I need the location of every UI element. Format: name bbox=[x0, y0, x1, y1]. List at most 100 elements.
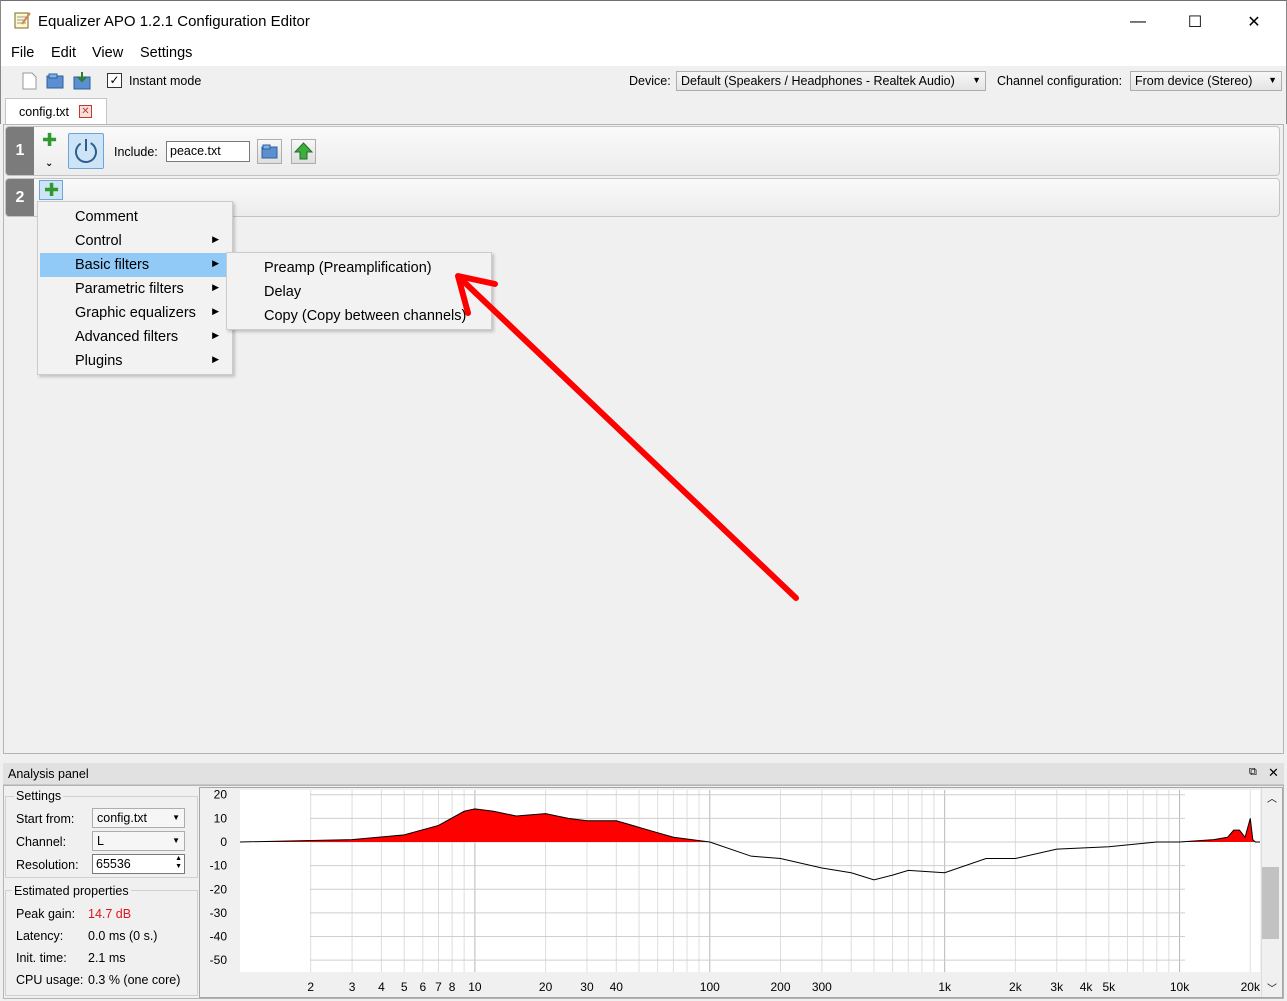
menu-settings[interactable]: Settings bbox=[140, 45, 192, 61]
x-tick-label: 2 bbox=[307, 980, 314, 994]
open-folder-icon bbox=[261, 144, 278, 159]
menu-item-parametric-filters[interactable]: Parametric filters ▶ bbox=[40, 277, 230, 301]
channel-value: L bbox=[97, 834, 104, 848]
tab-label: config.txt bbox=[19, 105, 70, 119]
device-select[interactable]: Default (Speakers / Headphones - Realtek… bbox=[676, 71, 986, 91]
x-tick-label: 10k bbox=[1170, 980, 1190, 994]
channel-config-select[interactable]: From device (Stereo) ▼ bbox=[1130, 71, 1282, 91]
menu-item-label: Graphic equalizers bbox=[75, 305, 196, 321]
menu-item-graphic-equalizers[interactable]: Graphic equalizers ▶ bbox=[40, 301, 230, 325]
chevron-down-icon: ▼ bbox=[1268, 75, 1277, 85]
minimize-button[interactable]: — bbox=[1109, 1, 1167, 43]
add-filter-icon: ✚ bbox=[44, 180, 60, 200]
x-tick-label: 1k bbox=[938, 980, 952, 994]
menu-item-label: Advanced filters bbox=[75, 329, 179, 345]
scroll-up-icon[interactable]: ︿ bbox=[1267, 790, 1277, 805]
menu-item-label: Control bbox=[75, 233, 122, 249]
settings-group-title: Settings bbox=[14, 789, 64, 803]
scrollbar-thumb[interactable] bbox=[1262, 867, 1279, 939]
x-tick-label: 7 bbox=[435, 980, 442, 994]
x-tick-label: 6 bbox=[419, 980, 426, 994]
peak-gain-label: Peak gain: bbox=[16, 907, 76, 921]
menu-item-basic-filters[interactable]: Basic filters ▶ bbox=[40, 253, 230, 277]
device-select-value: Default (Speakers / Headphones - Realtek… bbox=[681, 74, 955, 88]
row-number: 2 bbox=[6, 179, 34, 216]
menu-item-plugins[interactable]: Plugins ▶ bbox=[40, 349, 230, 373]
arrow-up-icon bbox=[293, 142, 314, 160]
menu-view[interactable]: View bbox=[92, 45, 123, 61]
undock-icon[interactable]: ⧉ bbox=[1249, 766, 1257, 779]
estimated-group-title: Estimated properties bbox=[12, 884, 131, 898]
channel-select[interactable]: L ▼ bbox=[92, 831, 185, 851]
menu-file[interactable]: File bbox=[11, 45, 34, 61]
chevron-down-icon: ▼ bbox=[172, 813, 180, 822]
close-tab-icon[interactable]: ✕ bbox=[79, 105, 92, 118]
menu-item-label: Plugins bbox=[75, 353, 123, 369]
new-file-icon[interactable] bbox=[19, 71, 39, 91]
scroll-down-icon[interactable]: ﹀ bbox=[1267, 980, 1277, 995]
resolution-spinbox[interactable]: 65536 ▲ ▼ bbox=[92, 854, 185, 874]
maximize-button[interactable]: ☐ bbox=[1166, 1, 1224, 43]
x-tick-label: 30 bbox=[580, 980, 594, 994]
tab-config[interactable]: config.txt ✕ bbox=[5, 98, 107, 125]
x-tick-label: 5k bbox=[1103, 980, 1117, 994]
channel-label: Channel: bbox=[16, 835, 67, 849]
frequency-response-chart: 20100-10-20-30-40-50 2 3 4 5 6 7 8 10 20 30 40 100 2… bbox=[210, 788, 1260, 994]
x-tick-label: 40 bbox=[610, 980, 624, 994]
x-tick-label: 20k bbox=[1241, 980, 1260, 994]
browse-include-button[interactable] bbox=[257, 139, 282, 164]
start-from-select[interactable]: config.txt ▼ bbox=[92, 808, 185, 828]
x-tick-label: 8 bbox=[449, 980, 456, 994]
instant-mode-checkbox[interactable]: ✓ bbox=[107, 73, 122, 88]
y-tick-label: 20 bbox=[214, 788, 228, 802]
peak-gain-value: 14.7 dB bbox=[88, 907, 132, 921]
start-from-label: Start from: bbox=[16, 812, 75, 826]
notepad-icon bbox=[14, 12, 31, 29]
x-tick-label: 2k bbox=[1009, 980, 1023, 994]
x-tick-label: 300 bbox=[812, 980, 832, 994]
menu-item-control[interactable]: Control ▶ bbox=[40, 229, 230, 253]
init-time-value: 2.1 ms bbox=[88, 951, 126, 965]
x-tick-label: 4k bbox=[1080, 980, 1094, 994]
y-tick-label: -40 bbox=[210, 930, 228, 944]
save-icon[interactable] bbox=[72, 71, 92, 91]
menu-edit[interactable]: Edit bbox=[51, 45, 76, 61]
include-file-input[interactable]: peace.txt bbox=[166, 141, 250, 162]
spin-arrows-icon[interactable]: ▲ ▼ bbox=[175, 855, 182, 871]
open-include-button[interactable] bbox=[291, 139, 316, 164]
latency-value: 0.0 ms (0 s.) bbox=[88, 929, 158, 943]
close-button[interactable]: ✕ bbox=[1225, 1, 1283, 43]
menu-item-label: Basic filters bbox=[75, 257, 150, 273]
submenu-arrow-icon: ▶ bbox=[212, 330, 219, 340]
submenu-arrow-icon: ▶ bbox=[212, 234, 219, 244]
analysis-panel-title: Analysis panel bbox=[8, 767, 89, 781]
add-filter-icon[interactable]: ✚ bbox=[42, 131, 57, 149]
toolbar: ✓ Instant mode Device: Default (Speakers… bbox=[0, 66, 1287, 96]
menu-item-comment[interactable]: Comment bbox=[40, 205, 230, 229]
submenu-arrow-icon: ▶ bbox=[212, 258, 219, 268]
menu-item-label: Parametric filters bbox=[75, 281, 184, 297]
x-tick-label: 200 bbox=[770, 980, 790, 994]
submenu-arrow-icon: ▶ bbox=[212, 282, 219, 292]
cpu-usage-value: 0.3 % (one core) bbox=[88, 973, 181, 987]
channel-config-label: Channel configuration: bbox=[997, 74, 1123, 88]
menu-item-advanced-filters[interactable]: Advanced filters ▶ bbox=[40, 325, 230, 349]
y-tick-label: 10 bbox=[214, 811, 228, 825]
device-label: Device: bbox=[629, 74, 671, 88]
add-filter-button[interactable]: ✚ bbox=[39, 180, 63, 200]
x-tick-label: 5 bbox=[401, 980, 408, 994]
start-from-value: config.txt bbox=[97, 811, 148, 825]
expand-icon[interactable]: ⌄ bbox=[45, 158, 53, 169]
resolution-label: Resolution: bbox=[16, 858, 79, 872]
title-bar: Equalizer APO 1.2.1 Configuration Editor… bbox=[0, 0, 1287, 42]
close-icon[interactable]: ✕ bbox=[1268, 765, 1279, 781]
power-toggle-button[interactable] bbox=[68, 133, 104, 169]
x-tick-label: 4 bbox=[378, 980, 385, 994]
y-tick-label: 0 bbox=[220, 835, 227, 849]
y-tick-label: -50 bbox=[210, 953, 228, 967]
add-filter-menu: Comment Control ▶ Basic filters ▶ Parametr… bbox=[37, 201, 233, 375]
analysis-panel-header: Analysis panel ⧉ ✕ bbox=[3, 763, 1284, 785]
menu-bar: File Edit View Settings bbox=[0, 42, 1287, 66]
open-folder-icon[interactable] bbox=[45, 71, 65, 91]
x-tick-label: 20 bbox=[539, 980, 553, 994]
